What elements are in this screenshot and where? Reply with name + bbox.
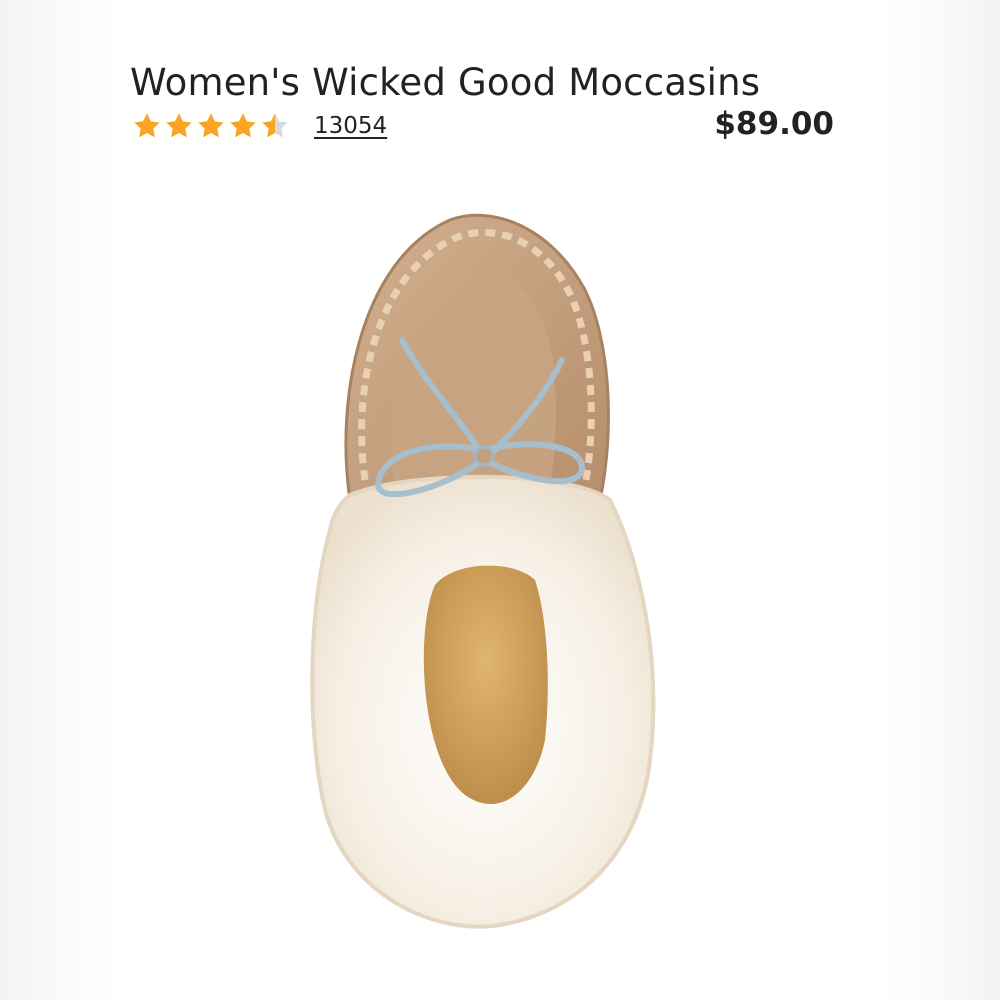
star-icon <box>166 113 192 138</box>
rating-row: 13054 <box>132 106 387 146</box>
review-count-link[interactable]: 13054 <box>314 113 387 139</box>
page-edge-left <box>0 0 120 1000</box>
product-title: Women's Wicked Good Moccasins <box>130 60 761 104</box>
page-edge-right <box>880 0 1000 1000</box>
star-icon <box>134 113 160 138</box>
product-image[interactable] <box>290 200 670 940</box>
star-icon <box>198 113 224 138</box>
star-rating <box>132 111 290 141</box>
product-price: $89.00 <box>714 106 834 142</box>
star-icon <box>262 113 288 138</box>
star-icon <box>230 113 256 138</box>
